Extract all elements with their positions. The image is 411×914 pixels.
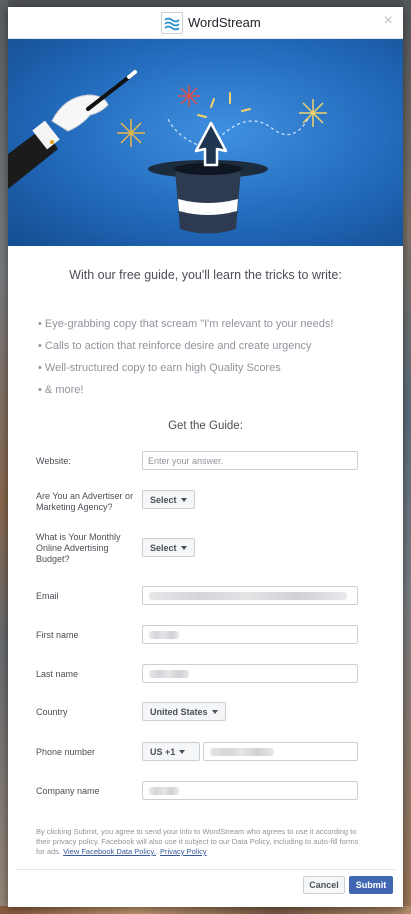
phone-label: Phone number (36, 747, 96, 757)
hero-illustration (8, 39, 403, 246)
phone-country-code-select[interactable]: US +1 (142, 742, 200, 761)
benefits-list: Eye-grabbing copy that scream "I'm relev… (38, 317, 378, 405)
country-select[interactable]: United States (142, 702, 226, 721)
advertiser-select-value: Select (150, 495, 177, 505)
redacted-value (149, 592, 347, 600)
dialog-header: WordStream × (8, 7, 403, 39)
intro-text: With our free guide, you'll learn the tr… (69, 268, 342, 282)
brand-name: WordStream (188, 15, 261, 30)
footer-divider (16, 869, 395, 870)
redacted-value (149, 670, 189, 678)
redacted-value (210, 748, 274, 756)
redacted-value (149, 787, 179, 795)
form-title: Get the Guide: (168, 420, 243, 432)
consent-disclaimer: By clicking Submit, you agree to send yo… (36, 827, 359, 856)
first-name-field[interactable] (142, 625, 358, 644)
budget-select-value: Select (150, 543, 177, 553)
list-item: Eye-grabbing copy that scream "I'm relev… (38, 317, 378, 339)
website-label: Website: (36, 456, 71, 466)
caret-down-icon (211, 710, 218, 714)
list-item: & more! (38, 383, 378, 405)
caret-down-icon (179, 750, 186, 754)
caret-down-icon (180, 498, 187, 502)
wordstream-logo-icon (161, 12, 183, 34)
email-label: Email (36, 591, 59, 601)
privacy-policy-link[interactable]: Privacy Policy (160, 847, 207, 856)
redacted-value (149, 631, 179, 639)
data-policy-link[interactable]: View Facebook Data Policy. (63, 847, 156, 856)
phone-number-field[interactable] (203, 742, 358, 761)
advertiser-label: Are You an Advertiser or Marketing Agenc… (36, 491, 134, 512)
caret-down-icon (180, 546, 187, 550)
country-label: Country (36, 707, 68, 717)
cancel-button[interactable]: Cancel (303, 876, 345, 894)
first-name-label: First name (36, 630, 79, 640)
list-item: Calls to action that reinforce desire an… (38, 339, 378, 361)
company-label: Company name (36, 786, 100, 796)
list-item: Well-structured copy to earn high Qualit… (38, 361, 378, 383)
phone-code-value: US +1 (150, 747, 176, 757)
close-icon[interactable]: × (384, 13, 393, 29)
submit-button[interactable]: Submit (349, 876, 393, 894)
last-name-label: Last name (36, 669, 79, 679)
budget-label: What is Your Monthly Online Advertising … (36, 532, 121, 564)
website-input[interactable] (142, 451, 358, 470)
country-select-value: United States (150, 707, 208, 717)
last-name-field[interactable] (142, 664, 358, 683)
budget-select[interactable]: Select (142, 538, 195, 557)
lead-form-dialog: WordStream × With our free guide, you'll… (8, 7, 403, 907)
email-field[interactable] (142, 586, 358, 605)
company-name-field[interactable] (142, 781, 358, 800)
advertiser-select[interactable]: Select (142, 490, 195, 509)
